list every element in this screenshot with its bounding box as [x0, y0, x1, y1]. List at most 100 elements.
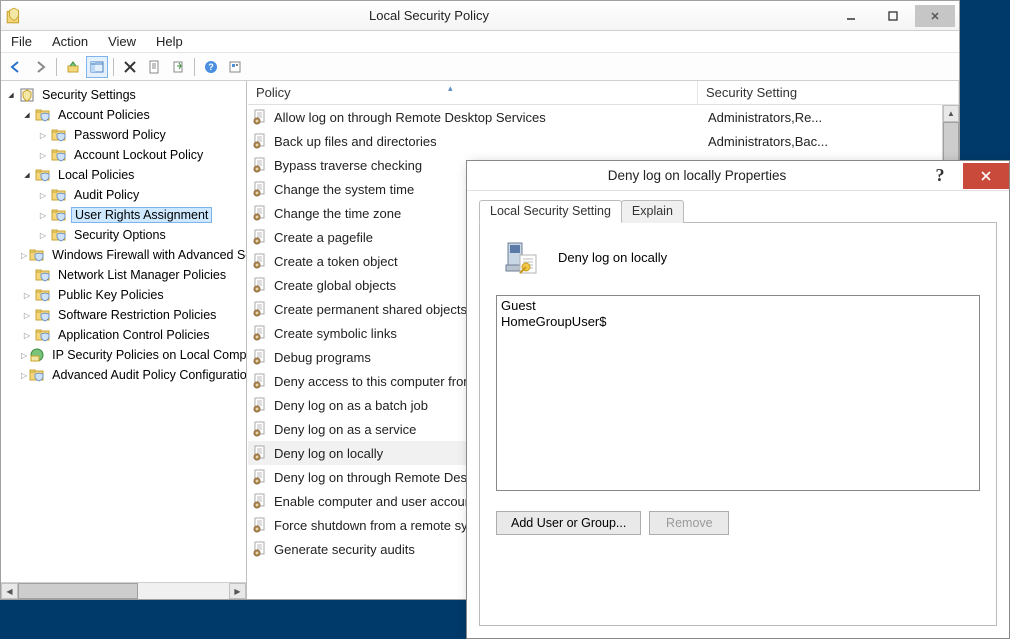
menu-action[interactable]: Action — [48, 32, 92, 51]
menu-help[interactable]: Help — [152, 32, 187, 51]
svg-text:?: ? — [208, 62, 214, 72]
tree-node[interactable]: User Rights Assignment — [1, 205, 246, 225]
delete-button[interactable] — [119, 56, 141, 78]
tree-node[interactable]: Software Restriction Policies — [1, 305, 246, 325]
help-button[interactable]: ? — [200, 56, 222, 78]
properties-button[interactable] — [143, 56, 165, 78]
policy-item-icon — [252, 181, 268, 197]
shield-folder-icon — [29, 247, 45, 263]
tree-pane: Security Settings Account Policies Passwor… — [1, 81, 247, 599]
tree-node[interactable]: Audit Policy — [1, 185, 246, 205]
policy-name: Allow log on through Remote Desktop Serv… — [274, 110, 708, 125]
policy-item-icon — [252, 325, 268, 341]
expander-icon[interactable] — [37, 149, 49, 161]
shield-folder-icon — [35, 307, 51, 323]
shield-folder-icon — [35, 107, 51, 123]
user-list-item[interactable]: Guest — [501, 298, 975, 314]
expander-icon[interactable] — [37, 189, 49, 201]
expander-icon[interactable] — [21, 329, 33, 341]
policy-item-icon — [252, 493, 268, 509]
policy-header: Deny log on locally — [496, 237, 980, 277]
policy-item-icon — [252, 253, 268, 269]
back-button[interactable] — [5, 56, 27, 78]
remove-button[interactable]: Remove — [649, 511, 729, 535]
forward-button[interactable] — [29, 56, 51, 78]
show-hide-tree-button[interactable] — [86, 56, 108, 78]
tree-node[interactable]: IP Security Policies on Local Computer — [1, 345, 246, 365]
tree-node[interactable]: Windows Firewall with Advanced Security — [1, 245, 246, 265]
column-security-setting[interactable]: Security Setting — [698, 81, 959, 104]
scroll-right-icon[interactable]: ▶ — [229, 583, 246, 599]
tree-node[interactable]: Application Control Policies — [1, 325, 246, 345]
menu-view[interactable]: View — [104, 32, 140, 51]
policy-item-icon — [252, 157, 268, 173]
expander-icon[interactable] — [21, 289, 33, 301]
shield-folder-icon — [35, 287, 51, 303]
menu-file[interactable]: File — [7, 32, 36, 51]
tree-node-label: Software Restriction Policies — [55, 308, 219, 322]
dialog-help-button[interactable]: ? — [917, 163, 963, 189]
expander-icon[interactable] — [21, 169, 33, 181]
expander-icon[interactable] — [37, 129, 49, 141]
user-list[interactable]: GuestHomeGroupUser$ — [496, 295, 980, 491]
tree-node[interactable]: Account Policies — [1, 105, 246, 125]
expander-icon[interactable] — [21, 349, 27, 361]
tree-node-label: Security Options — [71, 228, 169, 242]
policy-item-icon — [252, 277, 268, 293]
refresh-button[interactable] — [224, 56, 246, 78]
titlebar: Local Security Policy — [1, 1, 959, 31]
tree-node[interactable]: Advanced Audit Policy Configuration — [1, 365, 246, 385]
export-button[interactable] — [167, 56, 189, 78]
maximize-button[interactable] — [873, 5, 913, 27]
tree-node[interactable]: Local Policies — [1, 165, 246, 185]
list-header: Policy Security Setting — [248, 81, 959, 105]
tab-local-security-setting[interactable]: Local Security Setting — [479, 200, 622, 223]
policy-row[interactable]: Back up files and directoriesAdministrat… — [248, 129, 959, 153]
up-button[interactable] — [62, 56, 84, 78]
user-list-item[interactable]: HomeGroupUser$ — [501, 314, 975, 330]
dialog-close-button[interactable] — [963, 163, 1009, 189]
tree-node-label: Account Policies — [55, 108, 153, 122]
tree-node[interactable]: Public Key Policies — [1, 285, 246, 305]
minimize-button[interactable] — [831, 5, 871, 27]
globe-icon — [29, 347, 45, 363]
expander-icon[interactable] — [21, 109, 33, 121]
tree-node-label: Windows Firewall with Advanced Security — [49, 248, 246, 262]
scroll-thumb[interactable] — [18, 583, 138, 599]
shield-folder-icon — [35, 327, 51, 343]
tree-node-label: Password Policy — [71, 128, 169, 142]
scroll-left-icon[interactable]: ◀ — [1, 583, 18, 599]
tree: Security Settings Account Policies Passwor… — [1, 83, 246, 582]
scroll-up-icon[interactable]: ▲ — [943, 105, 959, 122]
policy-row[interactable]: Allow log on through Remote Desktop Serv… — [248, 105, 959, 129]
policy-icon — [500, 237, 540, 277]
security-settings-icon — [19, 87, 35, 103]
close-button[interactable] — [915, 5, 955, 27]
policy-item-icon — [252, 373, 268, 389]
shield-folder-icon — [29, 367, 45, 383]
shield-folder-icon — [35, 167, 51, 183]
policy-item-icon — [252, 421, 268, 437]
expander-icon[interactable] — [21, 249, 27, 261]
tree-horizontal-scrollbar[interactable]: ◀ ▶ — [1, 582, 246, 599]
expander-icon[interactable] — [21, 309, 33, 321]
expander-icon[interactable] — [37, 209, 49, 221]
add-user-or-group-button[interactable]: Add User or Group... — [496, 511, 641, 535]
expander-icon[interactable] — [21, 369, 27, 381]
tree-node-label: User Rights Assignment — [71, 207, 212, 223]
shield-folder-icon — [51, 187, 67, 203]
tree-node-label: Local Policies — [55, 168, 137, 182]
column-policy[interactable]: Policy — [248, 81, 698, 104]
tab-explain[interactable]: Explain — [621, 200, 684, 223]
expander-icon[interactable] — [5, 89, 17, 101]
tree-node[interactable]: Account Lockout Policy — [1, 145, 246, 165]
app-icon — [5, 7, 23, 25]
tree-node[interactable]: Password Policy — [1, 125, 246, 145]
tree-node[interactable]: Security Settings — [1, 85, 246, 105]
tree-node-label: Application Control Policies — [55, 328, 212, 342]
policy-item-icon — [252, 301, 268, 317]
tree-node[interactable]: Security Options — [1, 225, 246, 245]
expander-icon[interactable] — [37, 229, 49, 241]
scroll-track[interactable] — [18, 583, 229, 599]
tree-node[interactable]: Network List Manager Policies — [1, 265, 246, 285]
